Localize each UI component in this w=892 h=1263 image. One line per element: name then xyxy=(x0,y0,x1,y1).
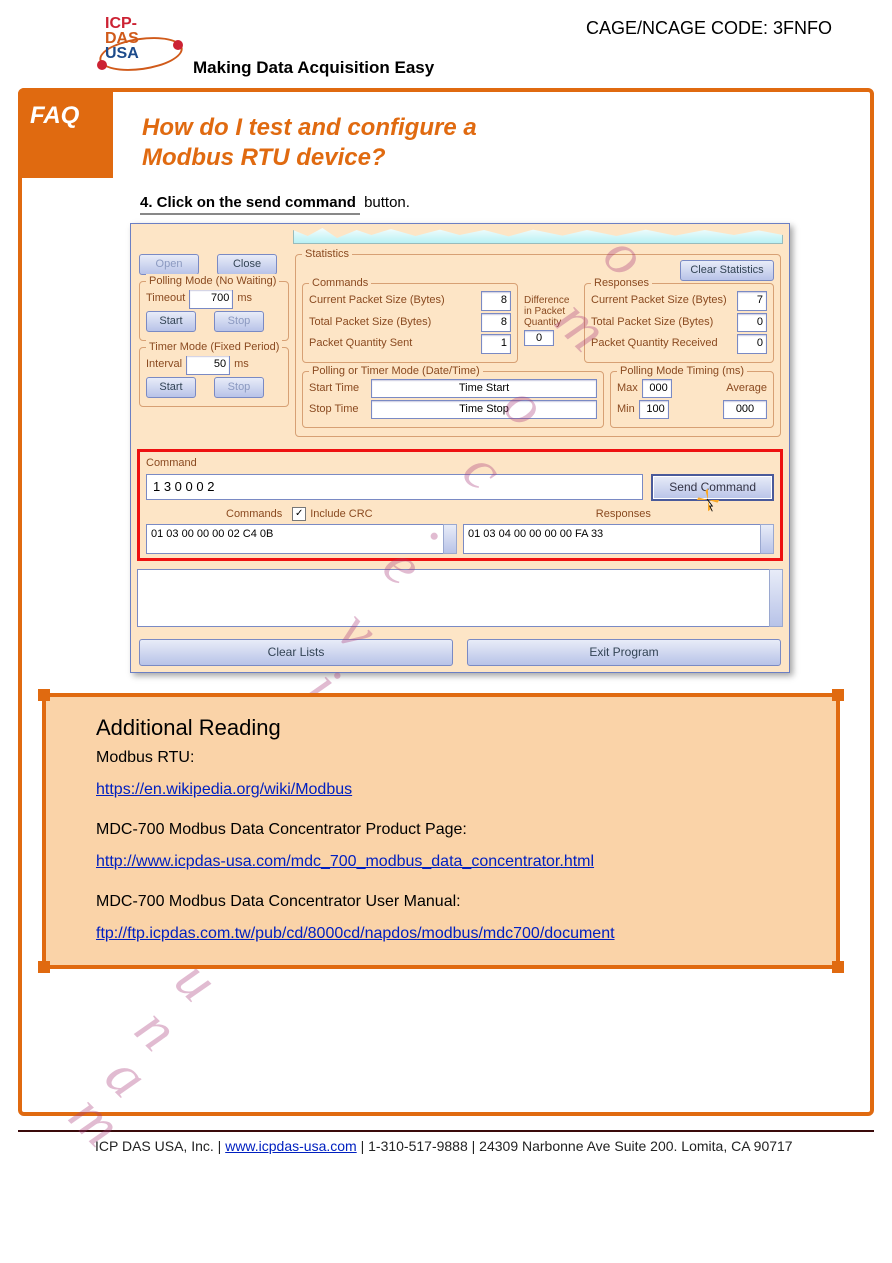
interval-input[interactable]: 50 xyxy=(186,355,230,374)
faq-tab: FAQ xyxy=(18,88,113,178)
additional-reading-title: Additional Reading xyxy=(96,715,808,741)
open-button[interactable]: Open xyxy=(139,254,199,275)
screenshot-window: Open Close Polling Mode (No Waiting) Tim… xyxy=(130,223,790,673)
page-title-l1: How do I test and configure a xyxy=(142,114,870,142)
resp-pqr: 0 xyxy=(737,334,767,353)
scrollbar[interactable] xyxy=(443,524,457,554)
tagline: Making Data Acquisition Easy xyxy=(193,58,434,78)
responses-list[interactable]: 01 03 04 00 00 00 00 FA 33 xyxy=(463,524,774,554)
timer-mode-title: Timer Mode (Fixed Period) xyxy=(146,340,282,355)
link-mdc700-product[interactable]: http://www.icpdas-usa.com/mdc_700_modbus… xyxy=(96,853,594,870)
polling-mode-title: Polling Mode (No Waiting) xyxy=(146,274,279,289)
commands-list[interactable]: 01 03 00 00 00 02 C4 0B xyxy=(146,524,457,554)
cage-code: CAGE/NCAGE CODE: 3FNFO xyxy=(586,18,832,39)
command-highlight-box: Command 1 3 0 0 0 2 Send Command xyxy=(137,449,783,561)
step-number: 4. Click on the send command xyxy=(140,192,360,215)
diff-packet-qty: 0 xyxy=(524,330,554,346)
extra-list[interactable] xyxy=(137,569,783,627)
scrollbar[interactable] xyxy=(769,569,783,627)
close-button[interactable]: Close xyxy=(217,254,277,275)
cmd-tps: 8 xyxy=(481,313,511,332)
resp-tps: 0 xyxy=(737,313,767,332)
command-input[interactable]: 1 3 0 0 0 2 xyxy=(146,474,643,500)
cmd-cps: 8 xyxy=(481,291,511,310)
page-footer: ICP DAS USA, Inc. | www.icpdas-usa.com |… xyxy=(0,1132,892,1154)
timeout-input[interactable]: 700 xyxy=(189,289,233,308)
clear-lists-button[interactable]: Clear Lists xyxy=(139,639,453,666)
clear-statistics-button[interactable]: Clear Statistics xyxy=(680,260,774,281)
footer-link[interactable]: www.icpdas-usa.com xyxy=(225,1138,357,1154)
statistics-title: Statistics xyxy=(302,247,352,262)
timing-max: 000 xyxy=(642,379,672,398)
stop-time: Time Stop xyxy=(371,400,597,419)
include-crc-checkbox[interactable]: ✓ xyxy=(292,507,306,521)
scrollbar[interactable] xyxy=(760,524,774,554)
timing-min: 100 xyxy=(639,400,669,419)
cmd-pqs: 1 xyxy=(481,334,511,353)
additional-reading-box: Additional Reading Modbus RTU: https://e… xyxy=(42,693,840,969)
timing-avg: 000 xyxy=(723,400,767,419)
link-modbus-wiki[interactable]: https://en.wikipedia.org/wiki/Modbus xyxy=(96,781,352,798)
resp-cps: 7 xyxy=(737,291,767,310)
timer-start-button[interactable]: Start xyxy=(146,377,196,398)
logo: ICP- DAS USA xyxy=(95,10,185,80)
polling-start-button[interactable]: Start xyxy=(146,311,196,332)
logo-line3: USA xyxy=(105,45,139,62)
timer-stop-button[interactable]: Stop xyxy=(214,377,264,398)
page-title-l2: Modbus RTU device? xyxy=(142,144,870,172)
polling-stop-button[interactable]: Stop xyxy=(214,311,264,332)
exit-program-button[interactable]: Exit Program xyxy=(467,639,781,666)
start-time: Time Start xyxy=(371,379,597,398)
link-mdc700-manual[interactable]: ftp://ftp.icpdas.com.tw/pub/cd/8000cd/na… xyxy=(96,925,615,942)
send-command-button[interactable]: Send Command xyxy=(651,474,774,501)
cursor-icon xyxy=(695,487,721,513)
